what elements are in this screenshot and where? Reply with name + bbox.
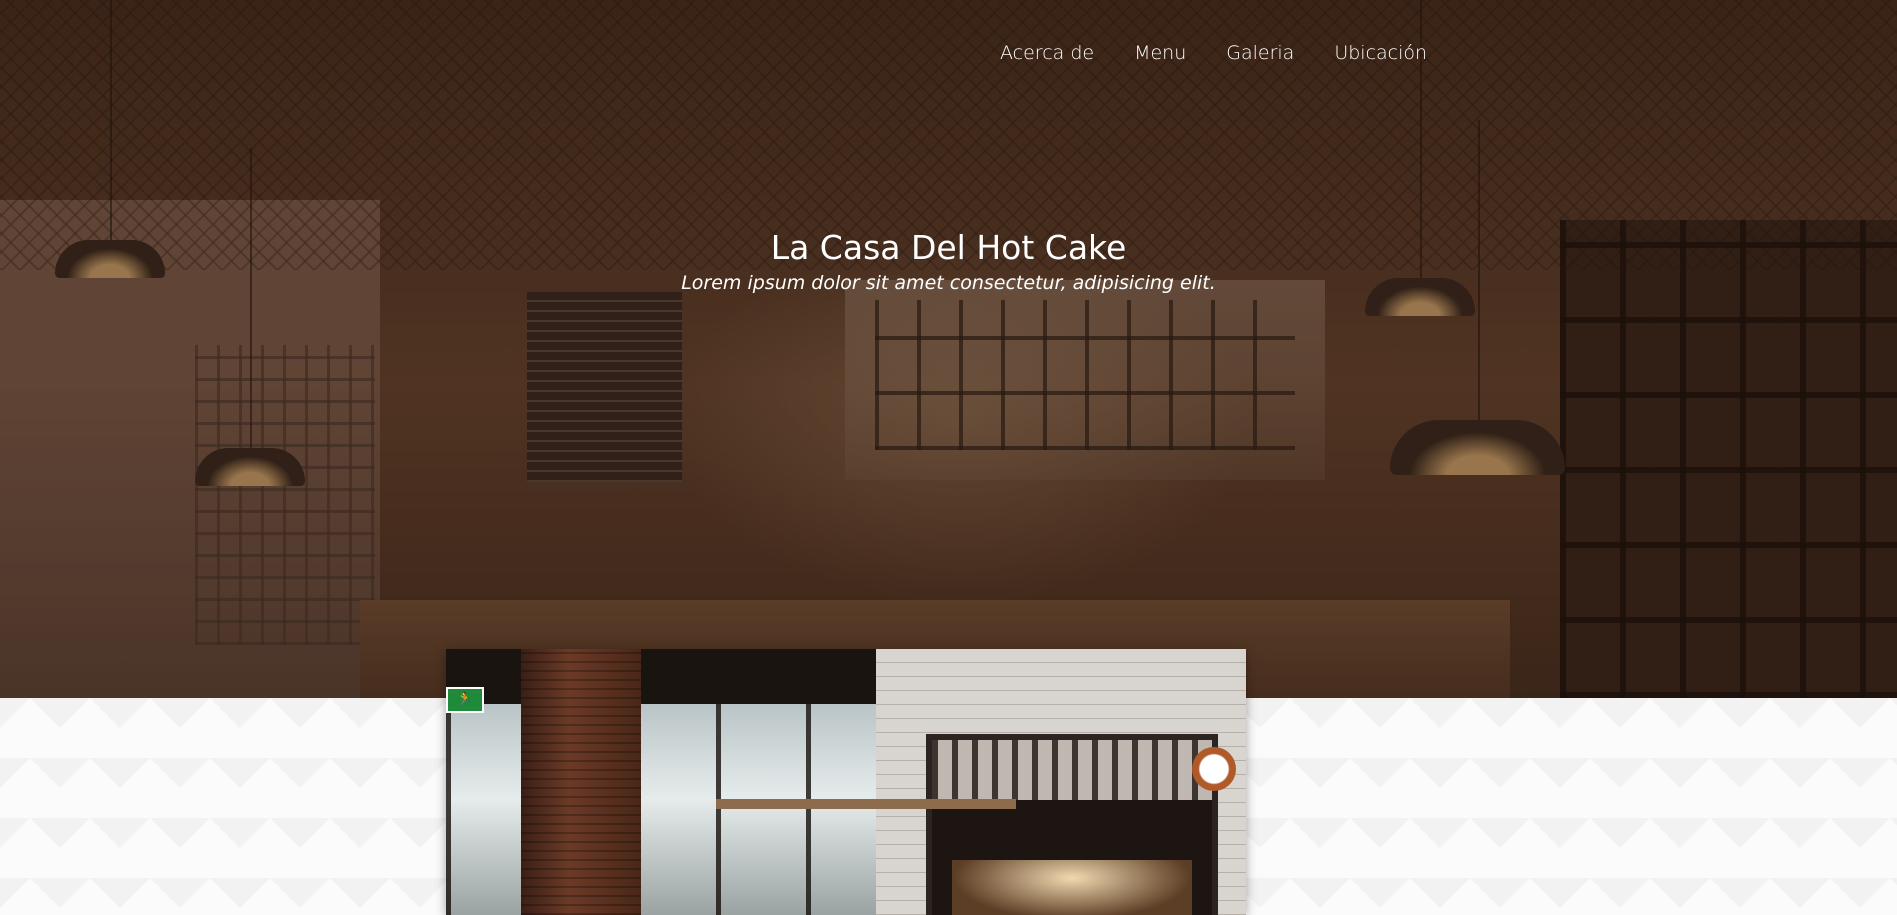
page-title: La Casa Del Hot Cake [770, 228, 1127, 267]
main-navigation: Acerca de Menu Galeria Ubicación [1000, 38, 1427, 68]
photo-shelf [716, 799, 1016, 809]
nav-link-ubicacion[interactable]: Ubicación [1334, 42, 1427, 64]
photo-window [446, 704, 876, 915]
featured-photo: 🏃 [446, 649, 1246, 915]
hero-overlay [0, 0, 1897, 698]
wall-sconce-icon [1192, 747, 1236, 791]
nav-link-menu[interactable]: Menu [1134, 42, 1186, 64]
photo-brick-pillar [521, 649, 641, 915]
photo-kitchen-window [926, 734, 1218, 915]
nav-link-galeria[interactable]: Galeria [1226, 42, 1294, 64]
page-subtitle: Lorem ipsum dolor sit amet consectetur, … [681, 272, 1216, 294]
nav-link-acerca-de[interactable]: Acerca de [1000, 42, 1094, 64]
hero-section [0, 0, 1897, 698]
exit-sign-icon: 🏃 [446, 687, 484, 713]
